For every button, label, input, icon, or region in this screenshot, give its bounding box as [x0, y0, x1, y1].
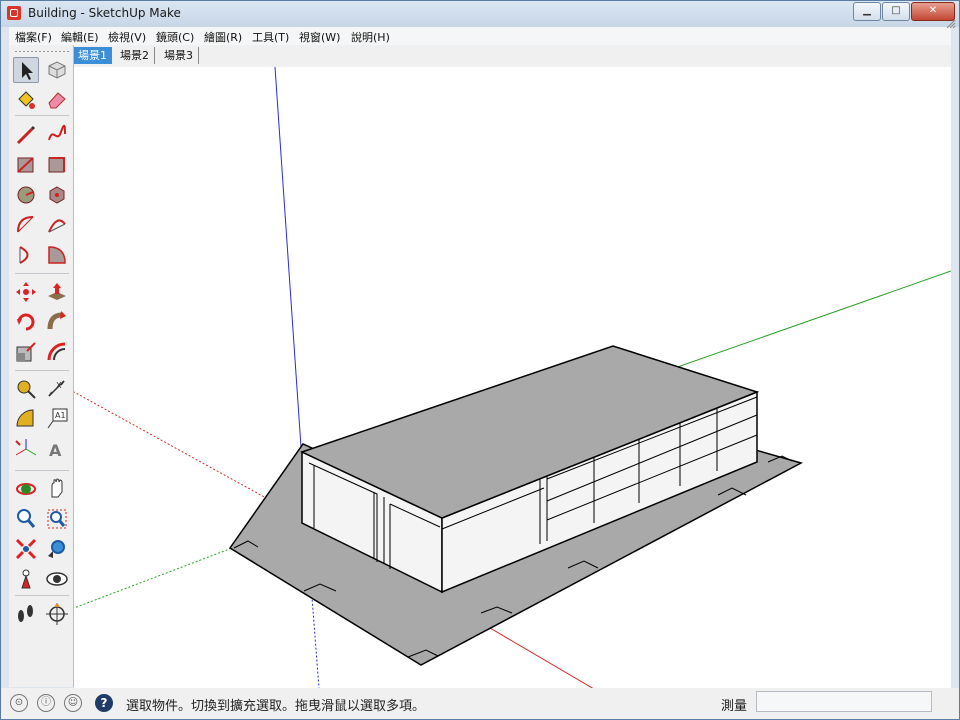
walk-icon[interactable]: [13, 601, 39, 627]
window-title: Building - SketchUp Make: [28, 6, 181, 20]
axes-icon[interactable]: [13, 436, 39, 462]
scene-tabs: 場景1 場景2 場景3: [73, 45, 951, 67]
look-around-icon[interactable]: [44, 566, 70, 592]
menu-view[interactable]: 檢視(V): [108, 29, 146, 45]
rectangle-icon[interactable]: [13, 152, 39, 178]
svg-text:A1: A1: [55, 411, 66, 420]
instructor-help-icon[interactable]: ?: [95, 694, 113, 712]
orbit-icon[interactable]: [13, 476, 39, 502]
section-plane-icon[interactable]: [44, 601, 70, 627]
menu-camera[interactable]: 鏡頭(C): [156, 29, 194, 45]
minimize-button[interactable]: ▁: [853, 2, 881, 21]
eraser-icon[interactable]: [44, 87, 70, 113]
arc-icon[interactable]: [13, 212, 39, 238]
resize-grip-icon[interactable]: [945, 18, 957, 30]
zoom-icon[interactable]: [13, 506, 39, 532]
rotate-icon[interactable]: [13, 309, 39, 335]
protractor-icon[interactable]: [13, 406, 39, 432]
scene-tab-3[interactable]: 場景3: [159, 47, 199, 64]
circle-icon[interactable]: [13, 182, 39, 208]
menu-tools[interactable]: 工具(T): [252, 29, 289, 45]
paint-bucket-icon[interactable]: [13, 87, 39, 113]
y-axis-positive: [648, 270, 951, 378]
menu-window[interactable]: 視窗(W): [299, 29, 340, 45]
3d-text-icon[interactable]: A: [44, 436, 70, 462]
previous-view-icon[interactable]: [44, 536, 70, 562]
scene-tab-2[interactable]: 場景2: [115, 47, 155, 64]
make-component-icon[interactable]: [44, 57, 70, 83]
credits-icon[interactable]: ⓘ: [37, 694, 55, 712]
scale-icon[interactable]: [13, 339, 39, 365]
menu-help[interactable]: 說明(H): [351, 29, 390, 45]
toolbar-separator: [15, 370, 69, 371]
user-account-icon[interactable]: ☺: [64, 694, 82, 712]
toolbar-separator: [15, 595, 69, 596]
pan-icon[interactable]: [44, 476, 70, 502]
measurements-label: 測量: [721, 699, 748, 714]
tape-measure-icon[interactable]: [13, 376, 39, 402]
status-hint: 選取物件。切換到擴充選取。拖曳滑鼠以選取多項。: [126, 699, 426, 714]
geo-location-icon[interactable]: ⊙: [10, 694, 28, 712]
measurements-input[interactable]: [756, 691, 932, 712]
freehand-icon[interactable]: [44, 122, 70, 148]
offset-icon[interactable]: [44, 339, 70, 365]
toolbar-separator: [15, 273, 69, 274]
menu-bar: 檔案(F) 編輯(E) 檢視(V) 鏡頭(C) 繪圖(R) 工具(T) 視窗(W…: [9, 27, 951, 46]
window-frame-right: [951, 45, 959, 688]
zoom-extents-icon[interactable]: [13, 536, 39, 562]
toolbar-separator: [15, 470, 69, 471]
title-bar[interactable]: Building - SketchUp Make ▁ □ ✕: [1, 1, 959, 27]
polygon-icon[interactable]: [44, 182, 70, 208]
menu-edit[interactable]: 編輯(E): [61, 29, 99, 45]
line-pencil-icon[interactable]: [13, 122, 39, 148]
svg-text:A: A: [49, 441, 62, 460]
maximize-button[interactable]: □: [882, 2, 910, 21]
three-point-arc-icon[interactable]: [13, 242, 39, 268]
scene-tab-1[interactable]: 場景1: [73, 47, 112, 64]
two-point-arc-icon[interactable]: [44, 212, 70, 238]
push-pull-icon[interactable]: [44, 279, 70, 305]
rotated-rectangle-icon[interactable]: [44, 152, 70, 178]
svg-text:X: X: [56, 381, 62, 390]
sketchup-window: Building - SketchUp Make ▁ □ ✕ 檔案(F) 編輯(…: [0, 0, 960, 720]
status-bar: ⊙ ⓘ ☺ ? 選取物件。切換到擴充選取。拖曳滑鼠以選取多項。 測量: [1, 688, 959, 719]
position-camera-icon[interactable]: [13, 566, 39, 592]
zoom-window-icon[interactable]: [44, 506, 70, 532]
pie-icon[interactable]: [44, 242, 70, 268]
dimension-icon[interactable]: X: [44, 376, 70, 402]
toolbar-separator: [15, 115, 69, 116]
large-tool-set: X A1 A: [9, 45, 74, 687]
sketchup-app-icon: [7, 6, 21, 20]
drawing-area[interactable]: [74, 67, 951, 688]
select-tool-icon[interactable]: [13, 57, 39, 83]
menu-file[interactable]: 檔案(F): [15, 29, 52, 45]
menu-draw[interactable]: 繪圖(R): [204, 29, 242, 45]
text-icon[interactable]: A1: [44, 406, 70, 432]
model-canvas[interactable]: [74, 67, 951, 688]
move-icon[interactable]: [13, 279, 39, 305]
follow-me-icon[interactable]: [44, 309, 70, 335]
